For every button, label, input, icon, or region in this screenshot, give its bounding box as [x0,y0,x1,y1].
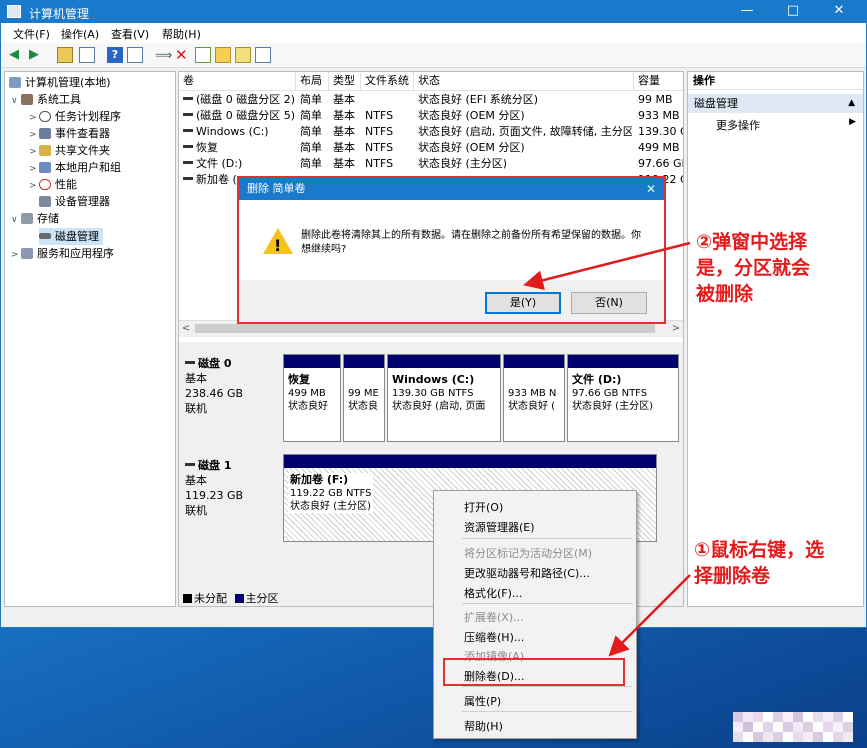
arrow-to-delete-volume [608,574,691,657]
arrow-to-yes-button [523,241,691,291]
annotation-arrows [523,241,691,657]
blurred-watermark [733,712,853,742]
